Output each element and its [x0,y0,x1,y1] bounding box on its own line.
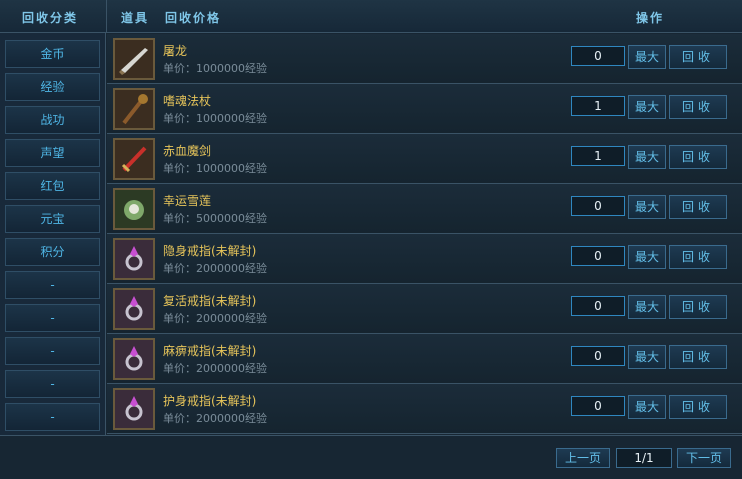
item-slot[interactable] [113,88,155,130]
recycle-button[interactable]: 回收 [669,195,727,219]
item-name: 幸运雪莲 [163,194,212,208]
item-name: 赤血魔剑 [163,144,212,158]
column-price-header: 回收价格 [165,11,222,25]
item-row: 幸运雪莲单价：5000000经验 最大回收 [107,184,742,234]
category-button[interactable]: 经验 [5,73,100,101]
recycle-button[interactable]: 回收 [669,295,727,319]
category-button[interactable]: - [5,370,100,398]
category-button[interactable]: 战功 [5,106,100,134]
category-button[interactable]: - [5,304,100,332]
ring-icon [115,290,153,328]
item-price: 单价：1000000经验 [163,62,267,75]
recycle-button[interactable]: 回收 [669,145,727,169]
page-indicator: 1/1 [616,448,672,468]
category-button[interactable]: - [5,403,100,431]
max-button[interactable]: 最大 [628,145,666,169]
quantity-input[interactable] [571,46,625,66]
blade-icon [115,40,153,78]
category-sidebar: 金币经验战功声望红包元宝积分 - - - - - [0,33,106,435]
recycle-panel: 回收分类 道具 回收价格 操作 金币经验战功声望红包元宝积分 - - - - - 屠龙单价… [0,0,742,479]
ring-icon [115,240,153,278]
item-name: 复活戒指(未解封) [163,294,257,308]
category-button[interactable]: 声望 [5,139,100,167]
red-sword-icon [115,140,153,178]
item-price: 单价：1000000经验 [163,112,267,125]
item-row: 隐身戒指(未解封) 单价：2000000经验 最大回收 [107,234,742,284]
ring-icon [115,390,153,428]
item-slot[interactable] [113,288,155,330]
quantity-input[interactable] [571,396,625,416]
item-price: 单价：2000000经验 [163,312,267,325]
column-item-header: 道具 [121,11,150,25]
item-name: 屠龙 [163,44,188,58]
quantity-input[interactable] [571,196,625,216]
recycle-button[interactable]: 回收 [669,95,727,119]
max-button[interactable]: 最大 [628,45,666,69]
category-button[interactable]: 积分 [5,238,100,266]
lotus-icon [115,190,153,228]
header-divider [106,0,107,33]
max-button[interactable]: 最大 [628,95,666,119]
category-button[interactable]: 红包 [5,172,100,200]
next-page-button[interactable]: 下一页 [677,448,731,468]
item-row: 嗜魂法杖单价：1000000经验 最大回收 [107,84,742,134]
item-slot[interactable] [113,138,155,180]
recycle-button[interactable]: 回收 [669,245,727,269]
staff-icon [115,90,153,128]
item-price: 单价：2000000经验 [163,412,267,425]
max-button[interactable]: 最大 [628,195,666,219]
item-price: 单价：1000000经验 [163,162,267,175]
category-button[interactable]: 元宝 [5,205,100,233]
quantity-input[interactable] [571,246,625,266]
item-slot[interactable] [113,238,155,280]
item-price: 单价：2000000经验 [163,262,267,275]
quantity-input[interactable] [571,296,625,316]
recycle-button[interactable]: 回收 [669,395,727,419]
max-button[interactable]: 最大 [628,395,666,419]
max-button[interactable]: 最大 [628,245,666,269]
pagination-bar: 上一页 1/1 下一页 [0,435,742,479]
quantity-input[interactable] [571,146,625,166]
item-slot[interactable] [113,388,155,430]
recycle-button[interactable]: 回收 [669,345,727,369]
item-row: 麻痹戒指(未解封) 单价：2000000经验 最大回收 [107,334,742,384]
column-action-header: 操作 [636,11,665,25]
category-button[interactable]: - [5,271,100,299]
recycle-button[interactable]: 回收 [669,45,727,69]
category-title: 回收分类 [22,11,79,25]
item-row: 护身戒指(未解封) 单价：2000000经验 最大回收 [107,384,742,434]
item-row: 赤血魔剑单价：1000000经验 最大回收 [107,134,742,184]
item-price: 单价：2000000经验 [163,362,267,375]
quantity-input[interactable] [571,96,625,116]
item-name: 隐身戒指(未解封) [163,244,257,258]
item-row: 复活戒指(未解封) 单价：2000000经验 最大回收 [107,284,742,334]
max-button[interactable]: 最大 [628,345,666,369]
header-bar: 回收分类 道具 回收价格 操作 [0,0,742,33]
item-price: 单价：5000000经验 [163,212,267,225]
item-name: 嗜魂法杖 [163,94,212,108]
ring-icon [115,340,153,378]
max-button[interactable]: 最大 [628,295,666,319]
item-slot[interactable] [113,188,155,230]
item-name: 麻痹戒指(未解封) [163,344,257,358]
category-button[interactable]: 金币 [5,40,100,68]
item-slot[interactable] [113,38,155,80]
item-slot[interactable] [113,338,155,380]
item-name: 护身戒指(未解封) [163,394,257,408]
category-button[interactable]: - [5,337,100,365]
quantity-input[interactable] [571,346,625,366]
item-row: 屠龙单价：1000000经验 最大回收 [107,34,742,84]
prev-page-button[interactable]: 上一页 [556,448,610,468]
